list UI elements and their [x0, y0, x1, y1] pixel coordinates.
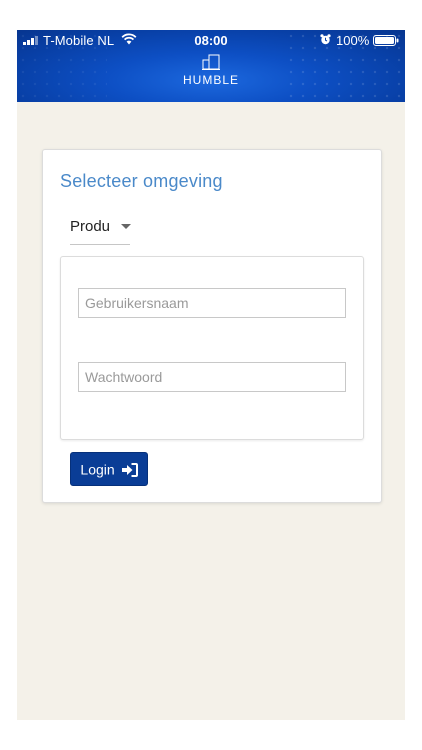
- login-card: Selecteer omgeving Produ Login: [42, 149, 382, 503]
- password-field[interactable]: [78, 362, 346, 392]
- status-bar: T-Mobile NL 08:00 100%: [17, 30, 405, 52]
- alarm-icon: [320, 34, 331, 45]
- login-button[interactable]: Login: [70, 452, 148, 486]
- environment-selected-value: Produ: [70, 218, 111, 235]
- sign-in-icon: [121, 462, 138, 477]
- environment-select[interactable]: Produ: [70, 214, 131, 245]
- username-field[interactable]: [78, 288, 346, 318]
- brand: HUMBLE: [17, 54, 405, 87]
- card-title: Selecteer omgeving: [60, 171, 223, 191]
- login-button-label: Login: [80, 461, 115, 478]
- app-header: T-Mobile NL 08:00 100% HUMBLE: [17, 30, 405, 102]
- chevron-down-icon: [121, 224, 131, 229]
- buildings-icon: [202, 54, 220, 70]
- app-screen: T-Mobile NL 08:00 100% HUMBLE Selecteer …: [17, 30, 405, 720]
- brand-name: HUMBLE: [182, 73, 239, 87]
- battery-percentage: 100%: [336, 33, 370, 48]
- battery-icon: [373, 35, 399, 46]
- credentials-panel: [60, 256, 364, 440]
